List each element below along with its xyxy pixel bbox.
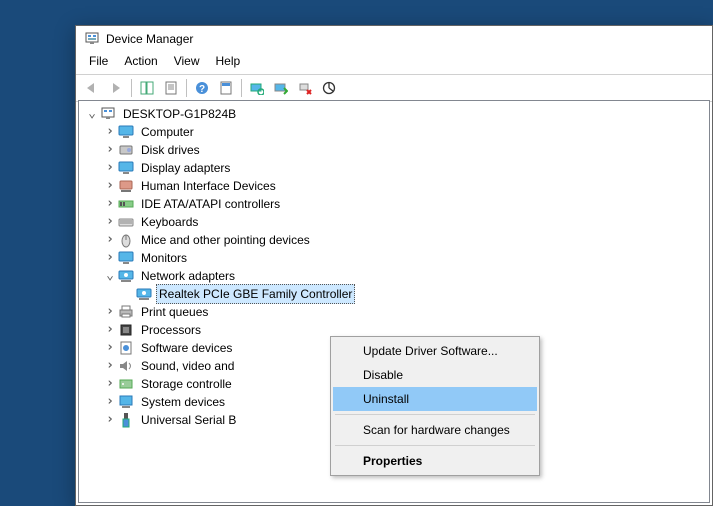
scan-hardware-button[interactable] — [246, 77, 268, 99]
expand-icon[interactable] — [103, 141, 117, 159]
tree-label: DESKTOP-G1P824B — [120, 105, 239, 123]
tree-label: Mice and other pointing devices — [138, 231, 313, 249]
context-menu-item[interactable]: Disable — [333, 363, 537, 387]
tree-label: IDE ATA/ATAPI controllers — [138, 195, 283, 213]
svg-text:?: ? — [199, 84, 205, 95]
tree-label: Realtek PCIe GBE Family Controller — [156, 284, 355, 304]
context-menu-item[interactable]: Scan for hardware changes — [333, 418, 537, 442]
sound-icon — [118, 358, 134, 374]
context-menu-separator — [335, 445, 535, 446]
menu-help[interactable]: Help — [209, 52, 248, 70]
expand-icon[interactable] — [103, 249, 117, 267]
software-icon — [118, 340, 134, 356]
window-title: Device Manager — [106, 32, 193, 46]
usb-icon — [118, 412, 134, 428]
disable-button[interactable] — [318, 77, 340, 99]
tree-node[interactable]: Print queues — [85, 303, 709, 321]
expand-icon[interactable] — [103, 339, 117, 357]
menu-file[interactable]: File — [82, 52, 115, 70]
tree-node[interactable]: Mice and other pointing devices — [85, 231, 709, 249]
toolbar-separator — [186, 79, 187, 97]
menubar: File Action View Help — [76, 50, 712, 74]
properties-button[interactable] — [160, 77, 182, 99]
device-manager-window: Device Manager File Action View Help ? D… — [75, 25, 713, 506]
tree-label: Storage controlle — [138, 375, 235, 393]
hid-icon — [118, 178, 134, 194]
monitor-icon — [118, 160, 134, 176]
expand-icon[interactable] — [103, 375, 117, 393]
expand-icon[interactable] — [103, 177, 117, 195]
tree-label: Network adapters — [138, 267, 238, 285]
printer-icon — [118, 304, 134, 320]
tree-node[interactable]: IDE ATA/ATAPI controllers — [85, 195, 709, 213]
expand-icon[interactable] — [103, 303, 117, 321]
expand-icon[interactable] — [103, 411, 117, 429]
action-button[interactable] — [215, 77, 237, 99]
toolbar: ? — [76, 74, 712, 102]
tree-node[interactable]: Disk drives — [85, 141, 709, 159]
tree-node[interactable]: Display adapters — [85, 159, 709, 177]
tree-label: Display adapters — [138, 159, 233, 177]
monitor-icon — [118, 250, 134, 266]
forward-button[interactable] — [105, 77, 127, 99]
tree-leaf-selected[interactable]: Realtek PCIe GBE Family Controller — [85, 285, 709, 303]
expand-icon[interactable] — [103, 357, 117, 375]
keyboard-icon — [118, 214, 134, 230]
tree-node[interactable]: Monitors — [85, 249, 709, 267]
toolbar-separator — [241, 79, 242, 97]
system-icon — [118, 394, 134, 410]
tree-node[interactable]: Keyboards — [85, 213, 709, 231]
tree-node[interactable]: Human Interface Devices — [85, 177, 709, 195]
expand-icon[interactable] — [103, 195, 117, 213]
expand-icon[interactable] — [103, 393, 117, 411]
menu-action[interactable]: Action — [117, 52, 164, 70]
app-icon — [84, 31, 100, 47]
tree-label: Universal Serial B — [138, 411, 239, 429]
tree-label: Computer — [138, 123, 197, 141]
storage-icon — [118, 376, 134, 392]
titlebar: Device Manager — [76, 26, 712, 50]
help-button[interactable]: ? — [191, 77, 213, 99]
show-hide-tree-button[interactable] — [136, 77, 158, 99]
expand-icon[interactable] — [103, 213, 117, 231]
tree-node[interactable]: Computer — [85, 123, 709, 141]
tree-root[interactable]: DESKTOP-G1P824B — [85, 105, 709, 123]
expand-icon[interactable] — [103, 321, 117, 339]
disk-icon — [118, 142, 134, 158]
context-menu-item[interactable]: Properties — [333, 449, 537, 473]
tree-label: Sound, video and — [138, 357, 237, 375]
context-menu-item[interactable]: Update Driver Software... — [333, 339, 537, 363]
ide-icon — [118, 196, 134, 212]
update-driver-button[interactable] — [270, 77, 292, 99]
expand-icon[interactable] — [103, 123, 117, 141]
expand-icon[interactable] — [103, 159, 117, 177]
uninstall-button[interactable] — [294, 77, 316, 99]
toolbar-separator — [131, 79, 132, 97]
computer-icon — [100, 106, 116, 122]
expand-icon[interactable] — [103, 267, 117, 285]
tree-label: Keyboards — [138, 213, 201, 231]
context-menu-item[interactable]: Uninstall — [333, 387, 537, 411]
expand-icon[interactable] — [85, 105, 99, 123]
context-menu: Update Driver Software...DisableUninstal… — [330, 336, 540, 476]
cpu-icon — [118, 322, 134, 338]
menu-view[interactable]: View — [167, 52, 207, 70]
net-icon — [118, 268, 134, 284]
context-menu-separator — [335, 414, 535, 415]
tree-label: Disk drives — [138, 141, 203, 159]
tree-node[interactable]: Network adapters — [85, 267, 709, 285]
tree-label: Monitors — [138, 249, 190, 267]
tree-label: Human Interface Devices — [138, 177, 279, 195]
tree-label: System devices — [138, 393, 228, 411]
tree-label: Software devices — [138, 339, 235, 357]
mouse-icon — [118, 232, 134, 248]
tree-label: Processors — [138, 321, 204, 339]
back-button[interactable] — [81, 77, 103, 99]
monitor-icon — [118, 124, 134, 140]
net-icon — [136, 286, 152, 302]
expand-icon[interactable] — [103, 231, 117, 249]
tree-label: Print queues — [138, 303, 211, 321]
